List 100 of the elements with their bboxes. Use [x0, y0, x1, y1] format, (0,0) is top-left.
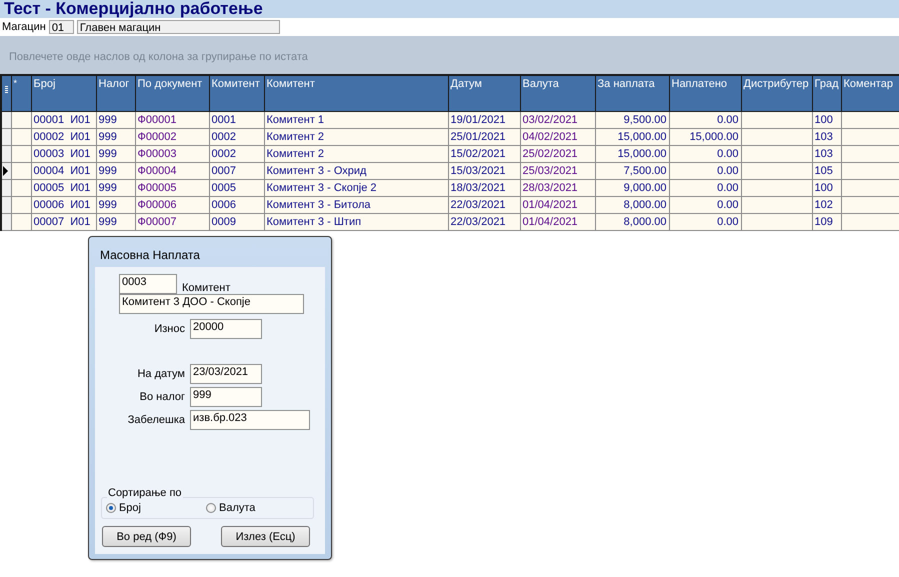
table-cell: 01/04/2021: [520, 196, 595, 214]
table-cell: 0.00: [669, 146, 741, 162]
table-cell: Ф00007: [135, 214, 209, 230]
table-cell: 04/02/2021: [520, 128, 595, 146]
column-header[interactable]: Комитент: [264, 75, 448, 112]
table-cell: 105: [812, 162, 841, 180]
table-cell: 15,000.00: [595, 128, 669, 146]
exit-button[interactable]: Излез (Есц): [221, 526, 310, 547]
table-cell: 25/03/2021: [520, 162, 595, 180]
table-cell: 15/02/2021: [448, 146, 520, 162]
table-cell: 0009: [209, 214, 264, 230]
table-cell: 00006 И01: [31, 196, 96, 214]
column-header[interactable]: Коментар: [841, 75, 899, 112]
table-cell: Комитент 2: [264, 128, 448, 146]
table-cell: Ф00001: [135, 112, 209, 128]
table-cell: 0007: [209, 162, 264, 180]
column-header[interactable]: Број: [31, 75, 96, 112]
table-cell: Комитент 2: [264, 146, 448, 162]
table-cell: 109: [812, 214, 841, 230]
table-cell: 103: [812, 146, 841, 162]
client-code-field[interactable]: 0003: [119, 274, 177, 294]
radio-button[interactable]: [206, 503, 216, 513]
table-cell: 15,000.00: [669, 128, 741, 146]
table-cell: 0001: [209, 112, 264, 128]
table-cell: Комитент 3 - Битола: [264, 196, 448, 214]
column-header[interactable]: По документ: [135, 75, 209, 112]
table-cell: 22/03/2021: [448, 196, 520, 214]
client-name-field[interactable]: Комитент 3 ДОО - Скопје: [119, 294, 304, 314]
table-cell: 25/02/2021: [520, 146, 595, 162]
table-cell: Комитент 3 - Штип: [264, 214, 448, 230]
column-header[interactable]: За наплата: [595, 75, 669, 112]
ok-button[interactable]: Во ред (Ф9): [102, 526, 191, 547]
row-selector[interactable]: [1, 196, 11, 214]
column-header[interactable]: Дистрибутер: [741, 75, 812, 112]
column-header[interactable]: Датум: [448, 75, 520, 112]
column-header[interactable]: Комитент: [209, 75, 264, 112]
radio-button[interactable]: [106, 503, 116, 513]
field-label: Забелешка: [126, 414, 186, 426]
column-header[interactable]: Валута: [520, 75, 595, 112]
table-cell: 999: [96, 196, 135, 214]
row-selector[interactable]: [1, 128, 11, 146]
window-title: Тест - Комерцијално работење: [0, 0, 899, 18]
table-cell: 0006: [209, 196, 264, 214]
table-cell: Ф00004: [135, 162, 209, 180]
column-chooser-icon[interactable]: [4, 86, 8, 94]
column-header[interactable]: Град: [812, 75, 841, 112]
row-selector[interactable]: [1, 214, 11, 230]
row-selector[interactable]: [1, 162, 11, 180]
table-cell: 00001 И01: [31, 112, 96, 128]
input-field[interactable]: 999: [190, 387, 262, 407]
table-cell: 01/04/2021: [520, 214, 595, 230]
table-cell: Комитент 3 - Охрид: [264, 162, 448, 180]
table-cell: 0.00: [669, 196, 741, 214]
table-cell: 0002: [209, 128, 264, 146]
table-cell: Комитент 1: [264, 112, 448, 128]
table-cell: 8,000.00: [595, 214, 669, 230]
table-cell: 15,000.00: [595, 146, 669, 162]
table-cell: Ф00003: [135, 146, 209, 162]
table-cell: 999: [96, 112, 135, 128]
column-header[interactable]: Наплатено: [669, 75, 741, 112]
warehouse-label: Магацин: [2, 21, 46, 33]
table-cell: 0.00: [669, 214, 741, 230]
table-cell: 0002: [209, 146, 264, 162]
table-cell: 0005: [209, 180, 264, 196]
dialog-title: Масовна Наплата: [99, 247, 201, 264]
input-field[interactable]: изв.бр.023: [190, 410, 310, 430]
new-row-marker: *: [14, 78, 18, 88]
field-label: На датум: [136, 368, 186, 380]
table-cell: 25/01/2021: [448, 128, 520, 146]
table-cell: Ф00006: [135, 196, 209, 214]
row-selector[interactable]: [1, 180, 11, 196]
table-cell: 0.00: [669, 180, 741, 196]
table-cell: 7,500.00: [595, 162, 669, 180]
field-label: Во налог: [138, 391, 186, 403]
table-cell: 03/02/2021: [520, 112, 595, 128]
warehouse-code-field[interactable]: 01: [48, 20, 74, 34]
table-cell: 999: [96, 180, 135, 196]
table-cell: 18/03/2021: [448, 180, 520, 196]
table-cell: Ф00005: [135, 180, 209, 196]
table-cell: Ф00002: [135, 128, 209, 146]
radio-label[interactable]: Број: [119, 502, 141, 514]
table-cell: 999: [96, 214, 135, 230]
table-cell: 0.00: [669, 162, 741, 180]
table-cell: 00003 И01: [31, 146, 96, 162]
warehouse-name-field[interactable]: Главен магацин: [76, 20, 280, 34]
table-cell: 22/03/2021: [448, 214, 520, 230]
table-cell: 9,500.00: [595, 112, 669, 128]
table-cell: 102: [812, 196, 841, 214]
row-selector[interactable]: [1, 112, 11, 128]
input-field[interactable]: 20000: [190, 319, 262, 339]
field-label: Износ: [153, 323, 186, 335]
table-cell: Комитент 3 - Скопје 2: [264, 180, 448, 196]
input-field[interactable]: 23/03/2021: [190, 364, 262, 384]
radio-label[interactable]: Валута: [219, 502, 256, 514]
table-cell: 9,000.00: [595, 180, 669, 196]
column-header[interactable]: Налог: [96, 75, 135, 112]
table-cell: 103: [812, 128, 841, 146]
row-selector[interactable]: [1, 146, 11, 162]
table-cell: 28/03/2021: [520, 180, 595, 196]
table-cell: 19/01/2021: [448, 112, 520, 128]
